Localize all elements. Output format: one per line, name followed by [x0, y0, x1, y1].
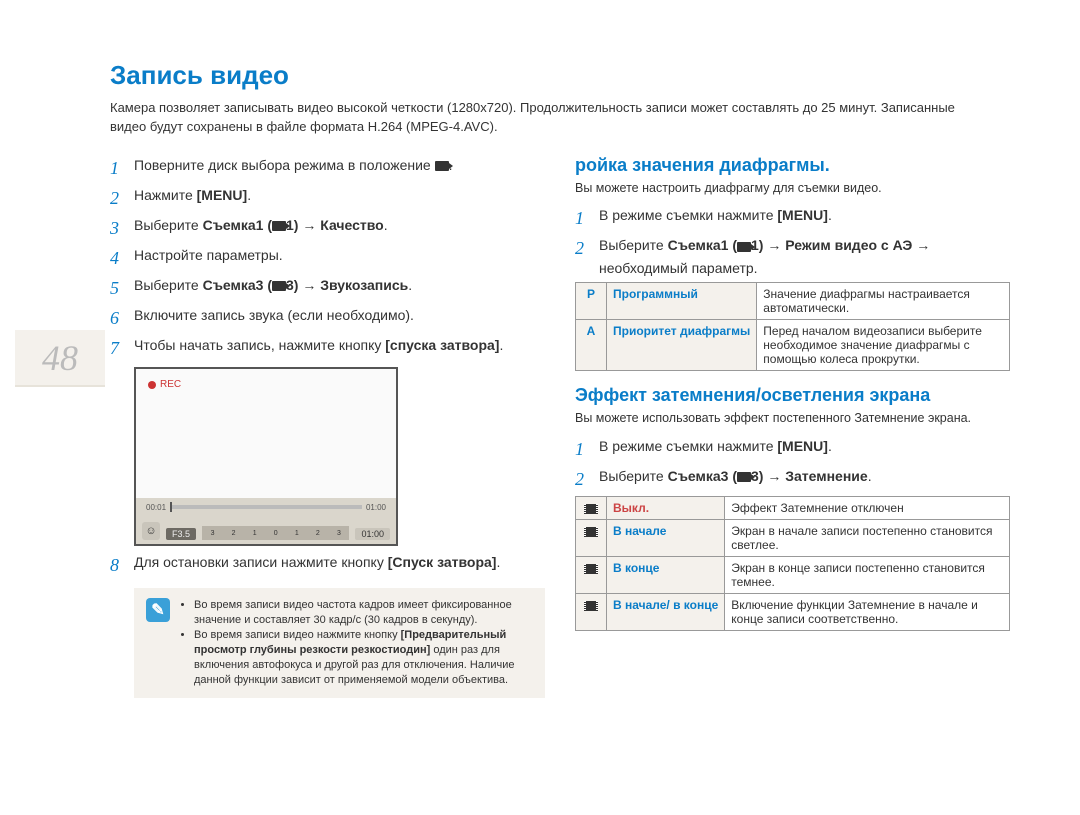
- table-row: Выкл.Эффект Затемнение отключен: [576, 497, 1010, 520]
- option-icon-cell: [576, 594, 607, 631]
- left-column: 1Поверните диск выбора режима в положени…: [110, 155, 545, 698]
- option-desc: Включение функции Затемнение в начале и …: [725, 594, 1010, 631]
- step-row: 8 Для остановки записи нажмите кнопку [С…: [110, 552, 545, 578]
- intro-text: Камера позволяет записывать видео высоко…: [110, 99, 1010, 137]
- time-right: 01:00: [366, 503, 386, 512]
- film-icon: [584, 504, 598, 514]
- option-icon-cell: P: [576, 283, 607, 320]
- video-camera-icon: [272, 221, 286, 231]
- left-steps: 1Поверните диск выбора режима в положени…: [110, 155, 545, 362]
- table-row: PПрограммныйЗначение диафрагмы настраива…: [576, 283, 1010, 320]
- step-number: 7: [110, 335, 124, 361]
- option-icon-cell: [576, 557, 607, 594]
- f-value-pill: F3.5: [166, 528, 196, 540]
- option-label: В начале/ в конце: [607, 594, 725, 631]
- step-row: 3Выберите Съемка1 (1) → Качество.: [110, 215, 545, 241]
- option-desc: Перед началом видеозаписи выберите необх…: [757, 320, 1010, 371]
- step-number: 4: [110, 245, 124, 271]
- step-row: 1В режиме съемки нажмите [MENU].: [575, 436, 1010, 462]
- page-number-box: 48: [15, 330, 105, 387]
- rec-label: REC: [160, 379, 181, 390]
- note-item: Во время записи видео частота кадров име…: [194, 598, 533, 628]
- left-step-8: 8 Для остановки записи нажмите кнопку [С…: [110, 552, 545, 578]
- option-label: Выкл.: [607, 497, 725, 520]
- section1-intro: Вы можете настроить диафрагму для съемки…: [575, 180, 1010, 198]
- table-row: AПриоритет диафрагмыПеред началом видеоз…: [576, 320, 1010, 371]
- step-row: 6Включите запись звука (если необходимо)…: [110, 305, 545, 331]
- option-label: В конце: [607, 557, 725, 594]
- step-number: 1: [575, 205, 589, 231]
- time-bar: 00:01 01:00: [146, 502, 386, 512]
- step-number: 6: [110, 305, 124, 331]
- section2-intro: Вы можете использовать эффект постепенно…: [575, 410, 1010, 428]
- step-row: 1В режиме съемки нажмите [MENU].: [575, 205, 1010, 231]
- video-camera-icon: [435, 161, 449, 171]
- step-row: 2Нажмите [MENU].: [110, 185, 545, 211]
- option-icon-cell: [576, 497, 607, 520]
- video-camera-icon: [737, 242, 751, 252]
- option-desc: Экран в конце записи постепенно становит…: [725, 557, 1010, 594]
- step-row: 7Чтобы начать запись, нажмите кнопку [сп…: [110, 335, 545, 361]
- step-row: 1Поверните диск выбора режима в положени…: [110, 155, 545, 181]
- ev-scale: 3210123: [202, 526, 349, 540]
- table-row: В начале/ в концеВключение функции Затем…: [576, 594, 1010, 631]
- time-track: [170, 505, 362, 509]
- video-camera-icon: [737, 472, 751, 482]
- screenshot-bottom-bar: 00:01 01:00 ☺ F3.5 3210123 01:00: [136, 498, 396, 544]
- face-detect-icon: ☺: [142, 522, 160, 540]
- step-number: 1: [575, 436, 589, 462]
- option-icon-cell: A: [576, 320, 607, 371]
- step-number: 1: [110, 155, 124, 181]
- option-label: Программный: [607, 283, 757, 320]
- page-number: 48: [42, 337, 78, 379]
- section2-steps: 1В режиме съемки нажмите [MENU]. 2Выберит…: [575, 436, 1010, 492]
- option-label: В начале: [607, 520, 725, 557]
- step-row: 2Выберите Съемка3 (3) → Затемнение.: [575, 466, 1010, 492]
- table-row: В началеЭкран в начале записи постепенно…: [576, 520, 1010, 557]
- camera-screenshot: REC 00:01 01:00 ☺ F3.5 3210123 01:00: [134, 367, 398, 546]
- note-box: ✎ Во время записи видео частота кадров и…: [134, 588, 545, 697]
- table-row: В концеЭкран в конце записи постепенно с…: [576, 557, 1010, 594]
- step-row: 5Выберите Съемка3 (3) → Звукозапись.: [110, 275, 545, 301]
- step-number: 2: [110, 185, 124, 211]
- step-number: 2: [575, 466, 589, 492]
- page-title: Запись видео: [110, 60, 1010, 91]
- note-icon: ✎: [146, 598, 170, 622]
- section1-title: ройка значения диафрагмы.: [575, 155, 1010, 176]
- video-camera-icon: [272, 281, 286, 291]
- step-row: 4Настройте параметры.: [110, 245, 545, 271]
- duration-pill: 01:00: [355, 528, 390, 540]
- option-icon-cell: [576, 520, 607, 557]
- step-number: 3: [110, 215, 124, 241]
- option-desc: Экран в начале записи постепенно станови…: [725, 520, 1010, 557]
- right-column: ройка значения диафрагмы. Вы можете наст…: [575, 155, 1010, 698]
- step-number: 8: [110, 552, 124, 578]
- option-desc: Эффект Затемнение отключен: [725, 497, 1010, 520]
- option-desc: Значение диафрагмы настраивается автомат…: [757, 283, 1010, 320]
- film-icon: [584, 527, 598, 537]
- step-row: 2Выберите Съемка1 (1) → Режим видео с АЭ…: [575, 235, 1010, 278]
- step-text: Для остановки записи нажмите кнопку [Спу…: [134, 552, 500, 578]
- two-columns: 1Поверните диск выбора режима в положени…: [110, 155, 1010, 698]
- section1-table: PПрограммныйЗначение диафрагмы настраива…: [575, 282, 1010, 371]
- film-icon: [584, 564, 598, 574]
- note-item: Во время записи видео нажмите кнопку [Пр…: [194, 628, 533, 687]
- time-left: 00:01: [146, 503, 166, 512]
- section2-table: Выкл.Эффект Затемнение отключенВ началеЭ…: [575, 496, 1010, 631]
- section1-steps: 1В режиме съемки нажмите [MENU]. 2Выберит…: [575, 205, 1010, 278]
- rec-indicator: REC: [148, 379, 181, 390]
- note-list: Во время записи видео частота кадров име…: [180, 598, 533, 687]
- section2-title: Эффект затемнения/осветления экрана: [575, 385, 1010, 406]
- film-icon: [584, 601, 598, 611]
- step-number: 2: [575, 235, 589, 278]
- step-number: 5: [110, 275, 124, 301]
- option-label: Приоритет диафрагмы: [607, 320, 757, 371]
- rec-dot-icon: [148, 381, 156, 389]
- manual-page: 48 Запись видео Камера позволяет записыв…: [0, 0, 1080, 815]
